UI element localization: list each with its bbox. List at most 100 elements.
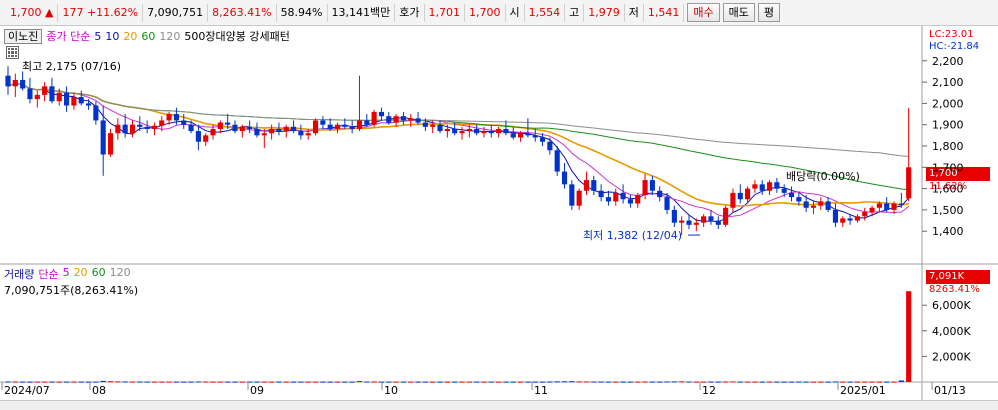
stock-chart[interactable]: 2,200 2,100 2,000 1,900 1,800 1,700 1,600 1,500… — [0, 26, 998, 400]
volume-bar — [291, 381, 297, 383]
ma120-line — [7, 82, 909, 157]
volume-bar — [276, 381, 282, 383]
volume-bar — [20, 381, 26, 383]
price-tick-label: 1,500 — [932, 204, 964, 217]
volume-bar — [283, 381, 289, 383]
volume-bar — [862, 381, 868, 383]
price-tick-label: 2,200 — [932, 55, 964, 68]
price-tick-label: 1,400 — [932, 225, 964, 238]
volume-tick-label: 2,000K — [932, 350, 971, 363]
candle-body — [825, 201, 831, 210]
volume-bar — [107, 381, 114, 383]
candle-body — [693, 222, 699, 225]
candle-body — [232, 124, 238, 132]
candle-body — [518, 133, 524, 138]
candle-body — [847, 218, 853, 221]
dividend-annotation: 배당락(0.00%) — [786, 170, 860, 183]
candle-body — [408, 118, 414, 121]
candle-body — [554, 150, 560, 172]
candle-body — [459, 131, 465, 134]
candle-body — [334, 124, 341, 129]
volume-bar — [356, 380, 363, 382]
volume-bar — [503, 381, 509, 383]
volume-bar — [349, 381, 355, 383]
candle-body — [151, 125, 158, 129]
candle-body — [539, 137, 546, 142]
volume-bar — [203, 381, 209, 383]
scroll-bar[interactable] — [0, 400, 998, 410]
candle-body — [261, 133, 267, 136]
volume-bar — [312, 381, 319, 383]
volume-bar — [869, 381, 875, 383]
candle-body — [452, 128, 458, 134]
candle-body — [320, 120, 326, 125]
candle-body — [671, 209, 677, 223]
buy-button[interactable]: 매수 — [687, 3, 720, 22]
volume-tick-label: 4,000K — [932, 325, 971, 338]
volume-bar — [386, 381, 392, 383]
candle-body — [254, 128, 260, 136]
candle-body — [393, 116, 399, 123]
high-price: 1,979 — [584, 3, 625, 22]
candle-body — [605, 197, 612, 202]
volume-bar — [56, 381, 62, 383]
sell-button[interactable]: 매도 — [722, 3, 755, 22]
candle-body — [649, 180, 655, 191]
evaluate-button[interactable]: 평 — [757, 3, 780, 22]
candle-body — [598, 190, 604, 198]
price-tick-label: 2,100 — [932, 76, 964, 89]
candle-body — [371, 111, 377, 125]
candle-body — [93, 105, 99, 121]
volume-bar — [34, 381, 40, 383]
candle-body — [620, 192, 626, 200]
candle-body — [42, 86, 48, 95]
candle-body — [832, 209, 839, 223]
volume-bar — [371, 381, 377, 383]
volume-bar — [408, 381, 414, 383]
candle-body — [342, 124, 348, 127]
ask-price: 1,701 — [425, 3, 465, 22]
candle-body — [547, 141, 553, 151]
volume-bar — [42, 381, 48, 383]
candle-body — [496, 128, 502, 134]
trade-amount: 13,141백만 — [328, 3, 396, 22]
low-price: 1,541 — [644, 3, 685, 22]
candle-body — [810, 205, 817, 208]
candle-body — [312, 120, 319, 134]
candle-body — [64, 92, 70, 106]
candle-body — [298, 131, 304, 136]
candle-body — [386, 116, 392, 123]
candle-body — [766, 182, 773, 191]
candle-body — [642, 180, 648, 195]
volume-bar — [437, 381, 443, 383]
candle-body — [217, 122, 223, 129]
volume-bar — [708, 381, 714, 383]
candle-body — [203, 135, 209, 142]
turnover: 58.94% — [277, 3, 328, 22]
volume-bar — [452, 381, 458, 383]
candle-body — [481, 131, 487, 134]
volume-bar — [305, 381, 311, 383]
candle-body — [122, 124, 128, 134]
candle-body — [884, 203, 890, 210]
candle-body — [49, 86, 55, 102]
candle-body — [510, 133, 516, 138]
candle-body — [144, 126, 150, 129]
candle-body — [115, 124, 121, 134]
candle-body — [788, 192, 795, 198]
candle-body — [327, 124, 333, 129]
volume-bar — [898, 380, 904, 382]
candle-body — [239, 126, 245, 132]
candle-body — [305, 133, 311, 136]
volume-bar — [188, 381, 194, 383]
volume-bar — [488, 381, 494, 383]
high-label: 고 — [565, 3, 585, 22]
candle-body — [422, 122, 428, 127]
x-axis-label: 08 — [92, 384, 106, 397]
candle-body — [906, 167, 912, 199]
candle-body — [803, 201, 809, 208]
volume-bar — [181, 381, 187, 383]
candle-body — [591, 180, 597, 191]
volume-bar — [422, 381, 428, 383]
candle-body — [488, 131, 494, 134]
